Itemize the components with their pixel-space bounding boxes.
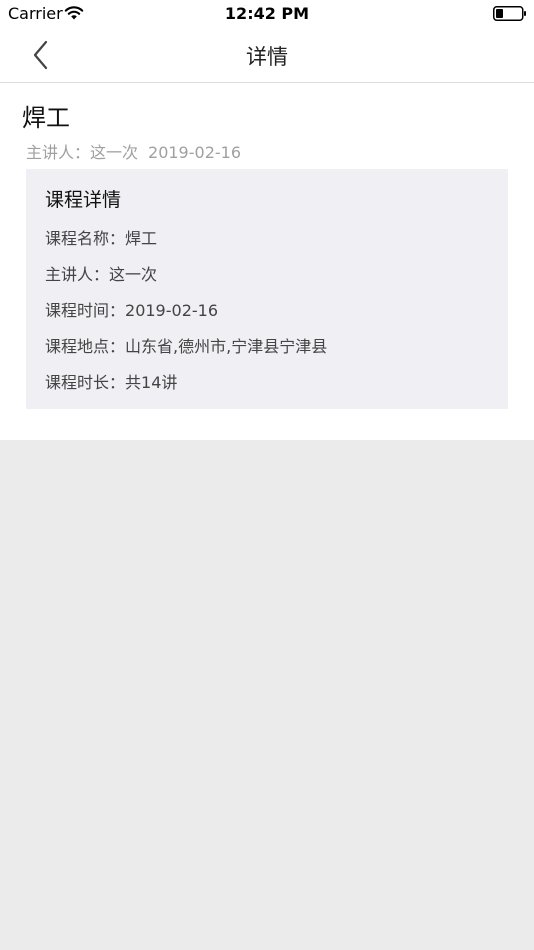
detail-row-course-duration: 课程时长：共14讲: [45, 369, 177, 393]
detail-label: 课程时间：: [45, 301, 126, 320]
detail-row-speaker: 主讲人：这一次: [45, 261, 157, 285]
status-bar: Carrier 12:42 PM: [0, 0, 534, 28]
course-meta: 主讲人：这一次 2019-02-16: [26, 139, 241, 163]
course-detail-content: 焊工 主讲人：这一次 2019-02-16 课程详情 课程名称：焊工 主讲人：这一…: [0, 83, 534, 440]
detail-value: 这一次: [109, 265, 158, 284]
detail-label: 课程时长：: [45, 373, 126, 392]
course-detail-card: 课程详情 课程名称：焊工 主讲人：这一次 课程时间：2019-02-16 课程地…: [26, 169, 508, 409]
detail-label: 主讲人：: [45, 265, 110, 284]
course-date: 2019-02-16: [148, 143, 241, 162]
detail-value: 焊工: [125, 229, 158, 248]
course-title: 焊工: [22, 104, 70, 132]
page-title: 详情: [246, 45, 288, 69]
card-heading: 课程详情: [45, 189, 122, 211]
status-time: 12:42 PM: [224, 4, 310, 23]
detail-value: 2019-02-16: [125, 301, 218, 320]
speaker-line: 主讲人：这一次: [26, 143, 139, 162]
battery-icon: [493, 6, 526, 21]
navigation-bar: 详情: [0, 28, 534, 83]
detail-value: 山东省,德州市,宁津县宁津县: [125, 337, 328, 356]
detail-label: 课程名称：: [45, 229, 126, 248]
detail-value: 共14讲: [125, 373, 178, 392]
detail-row-course-name: 课程名称：焊工: [45, 225, 157, 249]
detail-label: 课程地点：: [45, 337, 126, 356]
detail-row-course-time: 课程时间：2019-02-16: [45, 297, 218, 321]
detail-row-course-location: 课程地点：山东省,德州市,宁津县宁津县: [45, 333, 327, 357]
